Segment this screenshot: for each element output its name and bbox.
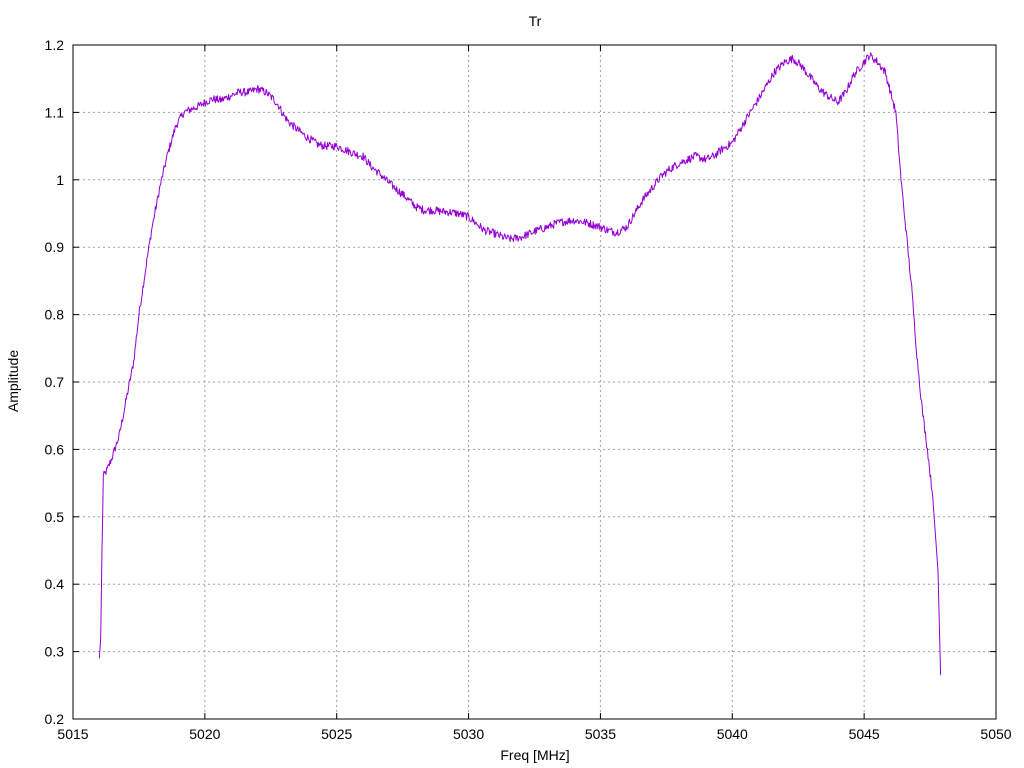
- y-tick-label: 0.2: [45, 711, 65, 727]
- x-axis-title: Freq [MHz]: [500, 747, 569, 763]
- y-tick-label: 0.7: [45, 374, 65, 390]
- series-line: [98, 52, 942, 676]
- line-chart: 5015 5020 5025 5030 5035 5040 5045 5050 0.2 0.3 0.…: [5, 13, 1012, 763]
- grid-lines: [73, 45, 996, 719]
- y-axis-title: Amplitude: [5, 350, 21, 412]
- y-tick-label: 0.3: [45, 644, 65, 660]
- chart-container: 5015 5020 5025 5030 5035 5040 5045 5050 0.2 0.3 0.…: [0, 0, 1024, 768]
- series-layer: [98, 52, 942, 676]
- y-tick-label: 1.2: [45, 37, 65, 53]
- y-tick-label: 0.5: [45, 509, 65, 525]
- x-tick-label: 5025: [321, 726, 352, 742]
- axis-ticks: 5015 5020 5025 5030 5035 5040 5045 5050 0.2 0.3 0.…: [45, 37, 1012, 742]
- x-tick-label: 5015: [57, 726, 88, 742]
- x-tick-label: 5035: [585, 726, 616, 742]
- y-tick-label: 1.1: [45, 104, 65, 120]
- x-tick-label: 5040: [717, 726, 748, 742]
- y-tick-label: 1: [56, 172, 64, 188]
- x-tick-label: 5020: [189, 726, 220, 742]
- y-tick-label: 0.4: [45, 576, 65, 592]
- chart-title: Tr: [529, 13, 542, 29]
- x-tick-label: 5045: [849, 726, 880, 742]
- y-tick-label: 0.8: [45, 307, 65, 323]
- y-tick-label: 0.9: [45, 239, 65, 255]
- x-tick-label: 5030: [453, 726, 484, 742]
- x-tick-label: 5050: [980, 726, 1011, 742]
- y-tick-label: 0.6: [45, 441, 65, 457]
